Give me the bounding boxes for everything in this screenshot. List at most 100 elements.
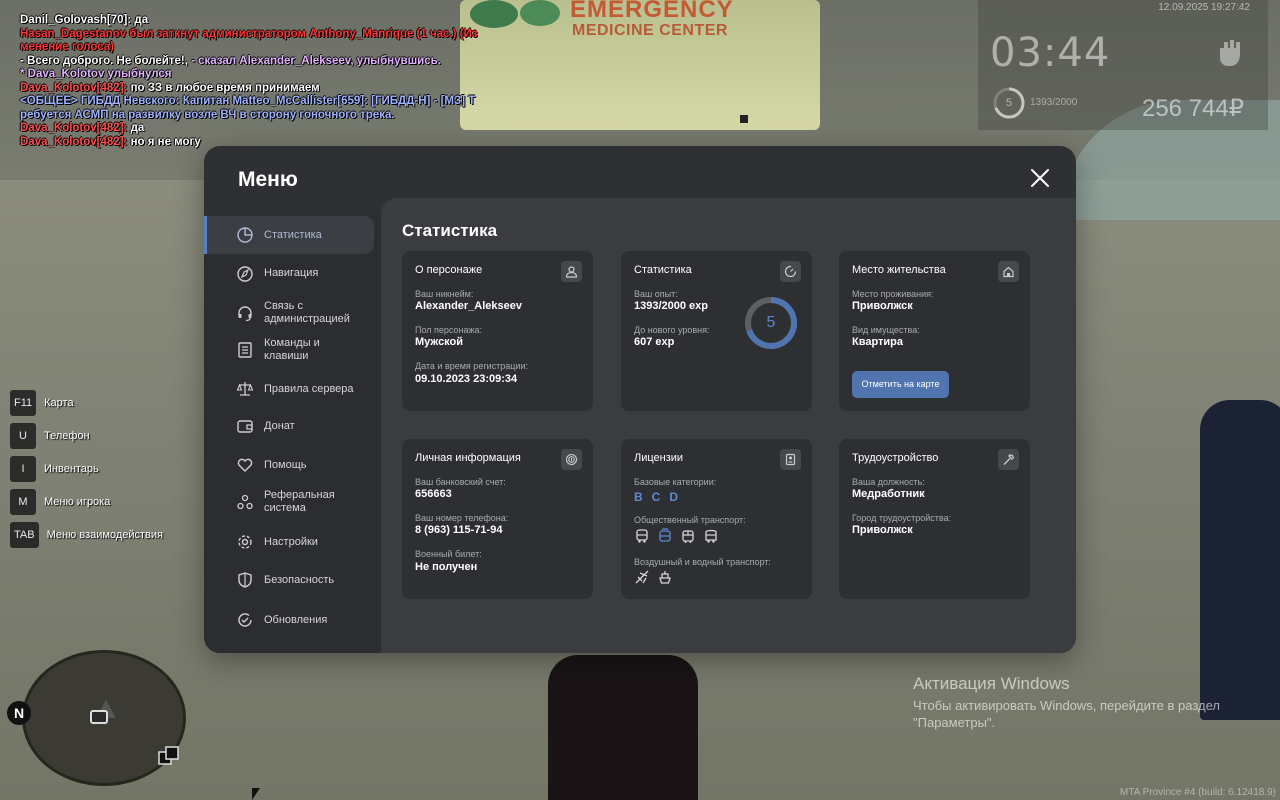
keybind-hints: F11 Карта U Телефон I Инвентарь M Меню игрока TA… xyxy=(10,386,163,551)
gender-label: Пол персонажа: xyxy=(415,325,483,335)
phone-value: 8 (963) 115-71-94 xyxy=(415,524,503,536)
chat-segment: - сказал Alexander_Alekseev, улыбнувшись… xyxy=(191,54,441,67)
fingerprint-icon[interactable] xyxy=(561,449,582,470)
plane-icon xyxy=(635,570,649,584)
job-city-label: Город трудоустройства: xyxy=(852,513,952,523)
compass-icon xyxy=(237,265,253,282)
home-icon[interactable] xyxy=(998,261,1019,282)
sidebar-item-label: Безопасность xyxy=(264,573,335,586)
sidebar-item-4[interactable]: Команды и клавиши xyxy=(204,332,374,368)
air-water-icons xyxy=(634,569,673,585)
city-label: Место проживания: xyxy=(852,289,934,299)
main-menu: Меню Статистика Навигация Связь с админист… xyxy=(204,146,1076,653)
sidebar-item-8[interactable]: Реферальная система xyxy=(204,483,374,521)
card-character: О персонаже Ваш никнейм: Alexander_Aleks… xyxy=(402,251,593,411)
key-cap: M xyxy=(10,488,36,515)
sidebar-item-10[interactable]: Безопасность xyxy=(204,561,374,599)
card-title: Лицензии xyxy=(634,452,684,464)
build-version: MTA Province #4 (build: 6.12418.9) xyxy=(1119,787,1276,798)
chat-segment: Danil_Golovash[70]: да xyxy=(20,14,149,26)
category-c: C xyxy=(651,490,661,504)
sidebar-item-label: Донат xyxy=(264,419,295,432)
hud-money: 256 744₽ xyxy=(1141,95,1244,122)
id-card-icon[interactable] xyxy=(780,449,801,470)
sidebar-item-1[interactable]: Статистика xyxy=(204,216,374,254)
windows-activation-title: Активация Windows xyxy=(913,674,1070,693)
player-character xyxy=(548,655,698,800)
boat-icon xyxy=(659,571,671,584)
windows-activation-subtitle: Чтобы активировать Windows, перейдите в … xyxy=(913,698,1220,730)
bank-label: Ваш банковский счет: xyxy=(415,477,506,487)
property-value: Квартира xyxy=(852,336,904,348)
chat-line: Danil_Golovash[70]: да xyxy=(20,14,477,28)
trolleybus-icon xyxy=(682,530,694,543)
sidebar-item-2[interactable]: Навигация xyxy=(204,258,374,289)
list-icon xyxy=(238,342,252,358)
registration-label: Дата и время регистрации: xyxy=(415,361,528,371)
gauge-icon[interactable] xyxy=(780,261,801,282)
gear-icon xyxy=(238,535,252,549)
minimap-marker-icon xyxy=(158,746,179,765)
chat-segment: Dava_Kolotov[482]: xyxy=(20,122,131,134)
hud-panel: 12.09.2025 19:27:42 03:44 5 1393/2000 25… xyxy=(978,0,1268,130)
card-title: Личная информация xyxy=(415,452,521,464)
public-transport-label: Общественный транспорт: xyxy=(634,515,746,525)
sidebar-item-3[interactable]: Связь с администрацией xyxy=(204,294,374,332)
position-label: Ваша должность: xyxy=(852,477,925,487)
menu-title: Меню xyxy=(238,168,298,191)
card-statistics: Статистика Ваш опыт: 1393/2000 exp До но… xyxy=(621,251,812,411)
chat-line: - Всего доброго. Не болейте!, - сказал A… xyxy=(20,55,477,69)
sidebar-item-11[interactable]: Обновления xyxy=(204,601,374,639)
exp-label: Ваш опыт: xyxy=(634,289,678,299)
keybind-m: M Меню игрока xyxy=(10,485,163,518)
key-cap: U xyxy=(10,422,36,449)
keybind-f11: F11 Карта xyxy=(10,386,163,419)
registration-value: 09.10.2023 23:09:34 xyxy=(415,373,518,385)
key-cap: I xyxy=(10,455,36,482)
sidebar-item-label: Связь с администрацией xyxy=(264,300,350,325)
wallet-icon xyxy=(237,420,253,433)
sidebar-item-6[interactable]: Донат xyxy=(204,408,374,444)
gender-value: Мужской xyxy=(415,336,464,348)
exp-value: 1393/2000 exp xyxy=(634,300,709,312)
windows-activation-watermark: Активация Windows Чтобы активировать Win… xyxy=(913,674,1253,731)
chat-segment: по ЗЗ в любое время принимаем xyxy=(130,81,320,94)
minimap-camera-icon xyxy=(90,710,108,724)
card-title: О персонаже xyxy=(415,264,483,276)
hud-time: 03:44 xyxy=(990,30,1111,76)
pie-chart-icon xyxy=(237,227,253,243)
chat-segment: Dava_Kolotov[482]: xyxy=(20,135,131,148)
close-icon[interactable] xyxy=(1028,166,1052,190)
chat-log: Danil_Golovash[70]: да Hasan_Dagestanov б… xyxy=(20,14,477,149)
card-residence: Место жительства Место проживания: Приво… xyxy=(839,251,1030,411)
content-title: Статистика xyxy=(402,221,498,240)
level-number: 5 xyxy=(766,314,776,331)
hammer-icon[interactable] xyxy=(998,449,1019,470)
tram-icon xyxy=(659,528,671,542)
sidebar-item-label: Помощь xyxy=(264,458,307,471)
military-label: Военный билет: xyxy=(415,549,482,559)
sidebar-item-label: Статистика xyxy=(264,228,322,241)
phone-label: Ваш номер телефона: xyxy=(415,513,509,523)
sidebar-item-label: Правила сервера xyxy=(264,382,354,395)
mark-on-map-button[interactable]: Отметить на карте xyxy=(852,371,949,398)
minimap-north-icon: N xyxy=(7,701,31,725)
chat-segment: - Всего доброго. Не болейте!, xyxy=(20,54,192,67)
position-value: Медработник xyxy=(852,488,925,500)
keybind-tab: TAB Меню взаимодействия xyxy=(10,518,163,551)
user-icon[interactable] xyxy=(561,261,582,282)
sidebar-item-5[interactable]: Правила сервера xyxy=(204,370,374,408)
handshake-heart-icon xyxy=(237,458,253,472)
mouse-cursor-icon xyxy=(252,788,260,800)
sidebar-item-9[interactable]: Настройки xyxy=(204,523,374,561)
bus-icon xyxy=(636,529,648,543)
chat-segment: да xyxy=(130,122,145,134)
chat-line: <ОБЩЕЕ> ГИБДД Невского: Капитан Matteo_M… xyxy=(20,95,477,109)
chat-line: Dava_Kolotov[482]: да xyxy=(20,122,477,136)
sidebar-item-label: Настройки xyxy=(264,535,318,548)
headset-icon xyxy=(238,306,252,322)
chat-segment: но я не могу xyxy=(130,135,201,148)
coach-icon xyxy=(705,529,717,543)
sidebar-item-7[interactable]: Помощь xyxy=(204,446,374,484)
fist-icon xyxy=(1220,40,1240,66)
